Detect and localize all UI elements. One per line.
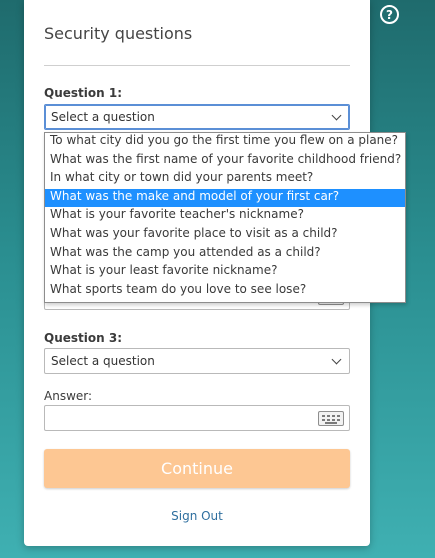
dropdown-option[interactable]: What was the first name of your favorite… — [45, 152, 405, 171]
dropdown-option[interactable]: What is your favorite teacher's nickname… — [45, 207, 405, 226]
sign-out-link[interactable]: Sign Out — [24, 509, 370, 523]
chevron-down-icon — [331, 110, 342, 121]
question1-dropdown-list: To what city did you go the first time y… — [44, 132, 406, 303]
dropdown-option[interactable]: What was your favorite place to visit as… — [45, 226, 405, 245]
answer3-field[interactable] — [44, 405, 350, 431]
question1-select[interactable]: Select a question — [44, 104, 350, 130]
question3-select[interactable]: Select a question — [44, 348, 350, 374]
answer3-label: Answer: — [44, 389, 93, 403]
dropdown-option[interactable]: To what city did you go the first time y… — [45, 133, 405, 152]
question3-select-value: Select a question — [51, 354, 155, 368]
chevron-down-icon — [331, 354, 342, 365]
help-icon[interactable]: ? — [380, 5, 399, 24]
continue-button[interactable]: Continue — [44, 449, 350, 488]
dropdown-option-highlighted[interactable]: What was the make and model of your firs… — [45, 188, 405, 208]
question1-label: Question 1: — [44, 86, 122, 100]
dropdown-option[interactable]: What is your least favorite nickname? — [45, 263, 405, 282]
page-title: Security questions — [44, 24, 193, 43]
question1-select-value: Select a question — [51, 110, 155, 124]
dropdown-option[interactable]: What sports team do you love to see lose… — [45, 282, 405, 301]
dropdown-option[interactable]: What was the camp you attended as a chil… — [45, 245, 405, 264]
question3-label: Question 3: — [44, 331, 122, 345]
dropdown-option[interactable]: In what city or town did your parents me… — [45, 170, 405, 189]
title-divider — [44, 65, 350, 66]
keyboard-icon[interactable] — [318, 411, 344, 426]
